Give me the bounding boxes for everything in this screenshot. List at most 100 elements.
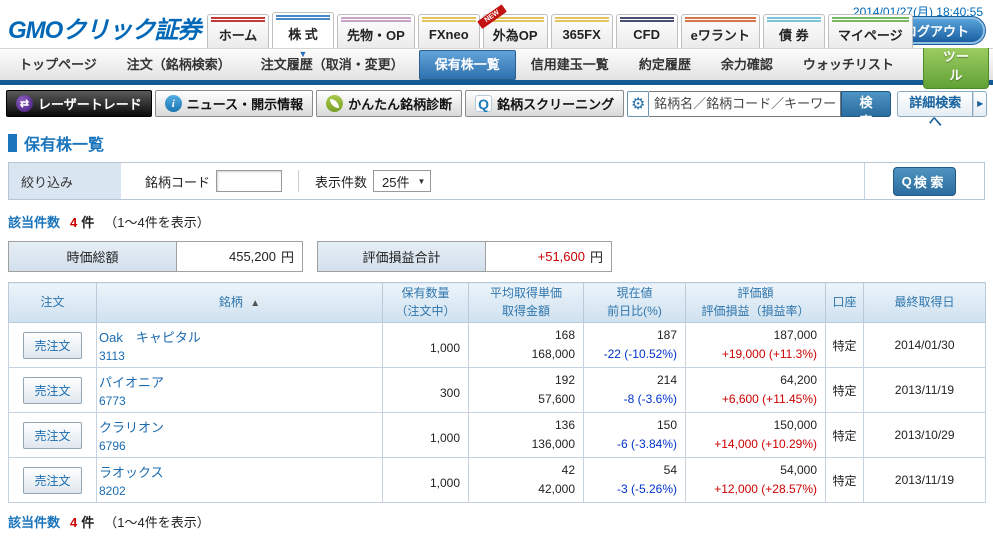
subnav-item[interactable]: ウォッチリスト bbox=[788, 50, 909, 80]
holding-row: 売注文 Oak キャピタル 3113 1,000 168 168,000 187… bbox=[9, 323, 986, 368]
swap-icon bbox=[16, 95, 33, 112]
avg-amount: 57,600 bbox=[471, 390, 575, 409]
filter-search-button[interactable]: Q 検 索 bbox=[893, 167, 957, 196]
valuation-pl: +12,000 (+28.57%) bbox=[688, 480, 817, 499]
stock-name-link[interactable]: Oak キャピタル bbox=[99, 327, 380, 346]
tab-stripe bbox=[555, 17, 609, 22]
product-tab[interactable]: 先物・OP bbox=[337, 14, 415, 48]
toolbar-shortcut-button[interactable]: レーザートレード bbox=[6, 90, 152, 117]
sell-order-button[interactable]: 売注文 bbox=[23, 332, 81, 359]
product-tab[interactable]: マイページ bbox=[828, 14, 913, 48]
avg-unit-price: 192 bbox=[471, 371, 575, 390]
avg-unit-price: 42 bbox=[471, 461, 575, 480]
result-count-unit: 件 bbox=[81, 212, 94, 231]
info-icon bbox=[165, 95, 182, 112]
valuation-pl: +6,600 (+11.45%) bbox=[688, 390, 817, 409]
stock-code-input[interactable] bbox=[216, 170, 282, 192]
subnav-item[interactable]: 保有株一覧 bbox=[419, 50, 516, 80]
current-price: 54 bbox=[586, 461, 677, 480]
subnav-item-label: 約定履歴 bbox=[639, 57, 691, 72]
subnav-item[interactable]: 注文履歴（取消・変更） bbox=[246, 50, 419, 80]
avg-amount: 136,000 bbox=[471, 435, 575, 454]
quantity-cell: 1,000 bbox=[383, 323, 469, 368]
tool-shortcut-buttons: レーザートレード ニュース・開示情報 かんたん銘柄診断 銘柄スクリーニング bbox=[6, 90, 624, 117]
valuation-cell: 187,000 +19,000 (+11.3%) bbox=[686, 323, 826, 368]
advanced-search-arrow-button[interactable]: ▶ bbox=[973, 91, 987, 117]
product-tab[interactable]: NEW 外為OP bbox=[483, 14, 548, 48]
subnav-item[interactable]: トップページ bbox=[4, 50, 112, 80]
tab-label: 365FX bbox=[562, 27, 600, 42]
symbol-search-group: ⚙ 検 索 詳細検索へ ▶ bbox=[627, 91, 987, 117]
advanced-search-button[interactable]: 詳細検索へ bbox=[897, 91, 973, 117]
acquired-date-cell: 2013/10/29 bbox=[864, 413, 986, 458]
account-cell: 特定 bbox=[826, 323, 864, 368]
valuation-cell: 150,000 +14,000 (+10.29%) bbox=[686, 413, 826, 458]
holding-row: 売注文 パイオニア 6773 300 192 57,600 214 -8 (-3… bbox=[9, 368, 986, 413]
acquired-date-cell: 2014/01/30 bbox=[864, 323, 986, 368]
stock-code-link[interactable]: 3113 bbox=[99, 349, 380, 363]
symbol-search-button[interactable]: 検 索 bbox=[841, 91, 892, 117]
filter-box: 絞り込み 銘柄コード 表示件数 25件 ▼ Q 検 索 bbox=[8, 162, 985, 200]
subnav-item[interactable]: 注文（銘柄検索） bbox=[112, 50, 246, 80]
tab-label: FXneo bbox=[429, 27, 469, 42]
header-order: 注文 bbox=[9, 283, 97, 323]
header-name-label: 銘柄 bbox=[219, 295, 243, 309]
product-tab[interactable]: ホーム bbox=[207, 14, 269, 48]
current-price: 187 bbox=[586, 326, 677, 345]
subnav-items: トップページ 注文（銘柄検索） 注文履歴（取消・変更） 保有株一覧 信用建玉一覧… bbox=[4, 49, 909, 80]
code-label: 銘柄コード bbox=[145, 172, 210, 191]
sell-order-button[interactable]: 売注文 bbox=[23, 467, 81, 494]
product-tabs: ホーム 株 式 先物・OP FXneo NEW 外為OP 365FX CFD e… bbox=[207, 12, 913, 48]
header-avg-price: 平均取得単価取得金額 bbox=[469, 283, 584, 323]
subnav-item-label: 注文履歴（取消・変更） bbox=[261, 57, 404, 72]
sell-order-button[interactable]: 売注文 bbox=[23, 422, 81, 449]
product-tab[interactable]: FXneo bbox=[418, 14, 480, 48]
stock-code-link[interactable]: 8202 bbox=[99, 484, 380, 498]
sell-order-button[interactable]: 売注文 bbox=[23, 377, 81, 404]
holding-row: 売注文 ラオックス 8202 1,000 42 42,000 54 -3 (-5… bbox=[9, 458, 986, 503]
stock-code-link[interactable]: 6796 bbox=[99, 439, 380, 453]
toolbar-button-label: 銘柄スクリーニング bbox=[497, 94, 614, 113]
current-price: 214 bbox=[586, 371, 677, 390]
toolbar-shortcut-button[interactable]: ニュース・開示情報 bbox=[155, 90, 313, 117]
product-tab[interactable]: eワラント bbox=[681, 14, 760, 48]
current-price-cell: 187 -22 (-10.52%) bbox=[584, 323, 686, 368]
symbol-search-input[interactable] bbox=[649, 91, 841, 117]
toolbar-shortcut-button[interactable]: 銘柄スクリーニング bbox=[465, 90, 624, 117]
display-count-select[interactable]: 25件 ▼ bbox=[373, 170, 431, 192]
stock-name-link[interactable]: パイオニア bbox=[99, 372, 380, 391]
toolbar-shortcut-button[interactable]: かんたん銘柄診断 bbox=[316, 90, 462, 117]
acquired-date-cell: 2013/11/19 bbox=[864, 458, 986, 503]
header-name-sortable[interactable]: 銘柄 ▲ bbox=[97, 283, 383, 323]
product-tab[interactable]: 株 式 bbox=[272, 12, 334, 48]
subnav-item[interactable]: 約定履歴 bbox=[624, 50, 706, 80]
stock-subnav: トップページ 注文（銘柄検索） 注文履歴（取消・変更） 保有株一覧 信用建玉一覧… bbox=[0, 48, 993, 80]
toolbar-button-label: ニュース・開示情報 bbox=[187, 94, 303, 113]
order-cell: 売注文 bbox=[9, 413, 97, 458]
stock-cell: クラリオン 6796 bbox=[97, 413, 383, 458]
table-header-row: 注文 銘柄 ▲ 保有数量（注文中） 平均取得単価取得金額 現在値前日比(%) 評… bbox=[9, 283, 986, 323]
order-cell: 売注文 bbox=[9, 323, 97, 368]
order-cell: 売注文 bbox=[9, 368, 97, 413]
product-tab[interactable]: CFD bbox=[616, 14, 678, 48]
day-change: -3 (-5.26%) bbox=[586, 480, 677, 499]
subnav-item[interactable]: 余力確認 bbox=[706, 50, 788, 80]
current-price-cell: 214 -8 (-3.6%) bbox=[584, 368, 686, 413]
account-cell: 特定 bbox=[826, 368, 864, 413]
tab-stripe bbox=[767, 17, 821, 22]
product-tab[interactable]: 365FX bbox=[551, 14, 613, 48]
product-tab[interactable]: 債 券 bbox=[763, 14, 825, 48]
tab-stripe bbox=[832, 17, 909, 22]
stock-code-link[interactable]: 6773 bbox=[99, 394, 380, 408]
toolbar-button-label: レーザートレード bbox=[38, 94, 142, 113]
header-acquired-date: 最終取得日 bbox=[864, 283, 986, 323]
stock-name-link[interactable]: クラリオン bbox=[99, 417, 380, 436]
filter-search-cell: Q 検 索 bbox=[864, 163, 984, 199]
search-settings-button[interactable]: ⚙ bbox=[627, 91, 649, 117]
filter-body: 銘柄コード 表示件数 25件 ▼ bbox=[121, 163, 864, 199]
subnav-item[interactable]: 信用建玉一覧 bbox=[516, 50, 624, 80]
stock-name-link[interactable]: ラオックス bbox=[99, 462, 380, 481]
subnav-item-label: 保有株一覧 bbox=[435, 57, 500, 72]
tab-stripe bbox=[276, 15, 330, 20]
valuation-amount: 54,000 bbox=[688, 461, 817, 480]
